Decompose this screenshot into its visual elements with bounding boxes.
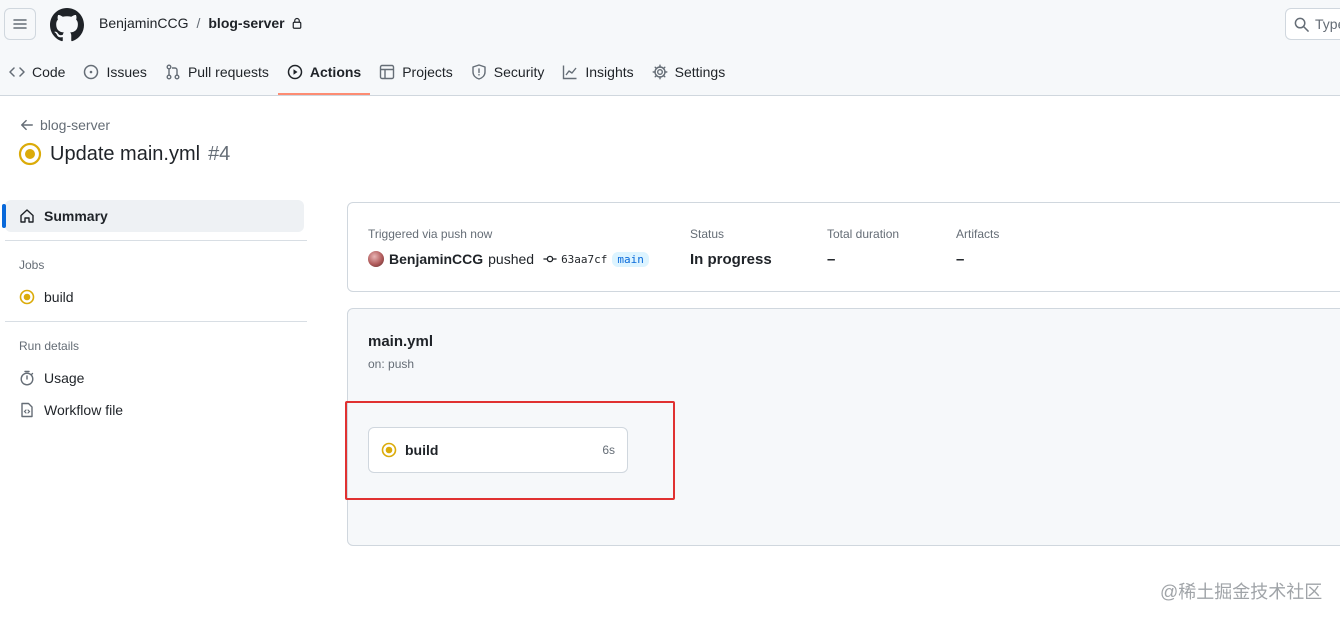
repo-name-link[interactable]: blog-server [208,15,284,31]
tab-label: Insights [585,64,634,80]
tab-label: Security [493,64,545,80]
artifacts-column: Artifacts – [956,227,999,268]
status-value: In progress [690,251,772,268]
commit-link[interactable]: 63aa7cf [543,252,607,266]
status-label: Status [690,227,725,241]
hamburger-icon [13,19,27,29]
push-action: pushed [488,251,535,267]
play-icon [287,64,303,80]
jobs-heading: Jobs [19,258,45,272]
watermark: @稀土掘金技术社区 [1160,582,1323,602]
run-title: Update main.yml [50,142,201,165]
stopwatch-icon [20,370,34,386]
tab-insights[interactable]: Insights [553,56,642,88]
duration-column: Total duration – [827,227,899,268]
shield-icon [472,64,486,80]
branch-badge[interactable]: main [612,251,649,267]
issue-icon [84,64,99,80]
tab-label: Projects [402,64,453,80]
graph-icon [563,65,577,80]
duration-label: Total duration [827,227,900,241]
push-info: BenjaminCCG pushed 63aa7cf main [368,251,649,267]
code-icon [9,67,25,77]
avatar[interactable] [368,251,384,267]
workflow-file-name: main.yml [368,333,434,350]
breadcrumb: BenjaminCCG / blog-server [99,15,303,31]
search-input[interactable]: Type [1285,8,1340,40]
tab-label: Pull requests [187,64,269,80]
in-progress-icon [18,142,42,166]
tab-code[interactable]: Code [0,56,74,88]
tab-pull-requests[interactable]: Pull requests [156,56,278,88]
commit-sha: 63aa7cf [561,252,608,266]
tab-issues[interactable]: Issues [74,56,155,88]
sidebar-item-workflow-file[interactable]: Workflow file [0,394,310,426]
tab-actions[interactable]: Actions [277,56,371,95]
github-logo-icon[interactable] [50,8,84,42]
run-number: #4 [208,142,231,165]
commit-icon [543,255,557,263]
lock-icon [292,17,301,29]
sidebar-divider [5,240,307,241]
sidebar-item-label: build [44,289,74,305]
repo-header: BenjaminCCG / blog-server Type Code Issu… [0,0,1340,96]
repo-owner-link[interactable]: BenjaminCCG [99,15,188,31]
back-link-label: blog-server [40,117,111,133]
hamburger-menu-button[interactable] [4,8,36,40]
tab-label: Code [32,64,66,80]
tab-label: Actions [309,64,362,80]
trigger-label: Triggered via push now [368,227,493,241]
workflow-trigger: on: push [368,357,415,371]
artifacts-value: – [956,251,965,268]
repo-nav-tabs: Code Issues Pull requests Actions Projec… [0,56,734,96]
table-icon [380,64,395,80]
sidebar-item-usage[interactable]: Usage [0,362,310,394]
tab-projects[interactable]: Projects [370,56,462,88]
sidebar-item-label: Usage [44,370,85,386]
search-icon [1294,17,1309,32]
home-icon [20,209,34,223]
pull-request-icon [166,64,180,80]
back-link[interactable]: blog-server [20,117,110,133]
run-details-heading: Run details [19,339,80,353]
sidebar-item-label: Summary [44,208,108,224]
sidebar-divider [5,321,307,322]
tab-settings[interactable]: Settings [643,56,735,88]
search-placeholder: Type [1315,16,1340,32]
tab-security[interactable]: Security [462,56,554,88]
page-title: Update main.yml #4 [18,142,230,166]
run-sidebar: Summary Jobs build Run details Usage Wor… [0,200,310,426]
sidebar-item-label: Workflow file [44,402,124,418]
breadcrumb-separator: / [196,15,201,31]
in-progress-icon [19,289,35,305]
actor-link[interactable]: BenjaminCCG [389,251,483,267]
tab-label: Issues [106,64,147,80]
annotation-highlight-box [345,401,675,500]
status-column: Status In progress [690,227,772,268]
duration-value: – [827,251,836,268]
arrow-left-icon [21,119,33,131]
run-summary-box: Triggered via push now BenjaminCCG pushe… [347,202,1340,292]
sidebar-item-build[interactable]: build [0,281,310,313]
tab-label: Settings [674,64,726,80]
artifacts-label: Artifacts [956,227,1000,241]
gear-icon [652,64,668,80]
file-code-icon [21,402,33,418]
trigger-column: Triggered via push now BenjaminCCG pushe… [368,227,649,267]
sidebar-item-summary[interactable]: Summary [2,200,304,232]
